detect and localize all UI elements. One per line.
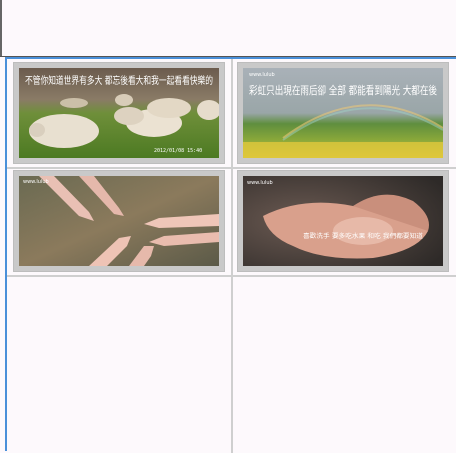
thumbnail-hand-water[interactable]: www.lulub 喜歡洗手 要多吃水果 和吃 我們都要知道 [237, 170, 449, 272]
empty-cell [233, 277, 456, 453]
thumbnail-rainbow[interactable]: www.lulub 彩虹只出現在雨后卻 全部 都能看到陽光 大都在後 [237, 62, 449, 164]
image-date: 2012/01/08 15:40 [154, 148, 202, 154]
image-caption: 彩虹只出現在雨后卻 全部 都能看到陽光 大都在後 [249, 83, 437, 97]
empty-cell [7, 277, 231, 453]
thumbnail-feet-water[interactable]: www.lulub [13, 170, 225, 272]
feet-water-image: www.lulub [19, 176, 219, 266]
image-caption: 喜歡洗手 要多吃水果 和吃 我們都要知道 [303, 232, 423, 240]
rainbow-image: www.lulub 彩虹只出現在雨后卻 全部 都能看到陽光 大都在後 [243, 68, 443, 158]
watermark: www.lulub [247, 180, 273, 186]
row-divider [7, 167, 456, 169]
image-gallery-panel: 不管你知道世界有多大 都忘後看大和我一起看看快樂的 2012/01/08 15:… [5, 57, 456, 453]
thumbnail-sheep[interactable]: 不管你知道世界有多大 都忘後看大和我一起看看快樂的 2012/01/08 15:… [13, 62, 225, 164]
sheep-image: 不管你知道世界有多大 都忘後看大和我一起看看快樂的 2012/01/08 15:… [19, 68, 219, 158]
hand-water-image: www.lulub 喜歡洗手 要多吃水果 和吃 我們都要知道 [243, 176, 443, 266]
window-edge [0, 0, 2, 56]
image-caption-line1: 不管你知道世界有多大 都忘後看大和我一起看看快樂的 [25, 74, 213, 87]
watermark: www.lulub [23, 179, 49, 185]
image-grid: 不管你知道世界有多大 都忘後看大和我一起看看快樂的 2012/01/08 15:… [7, 59, 456, 453]
top-bar [0, 0, 456, 57]
watermark: www.lulub [249, 72, 275, 78]
